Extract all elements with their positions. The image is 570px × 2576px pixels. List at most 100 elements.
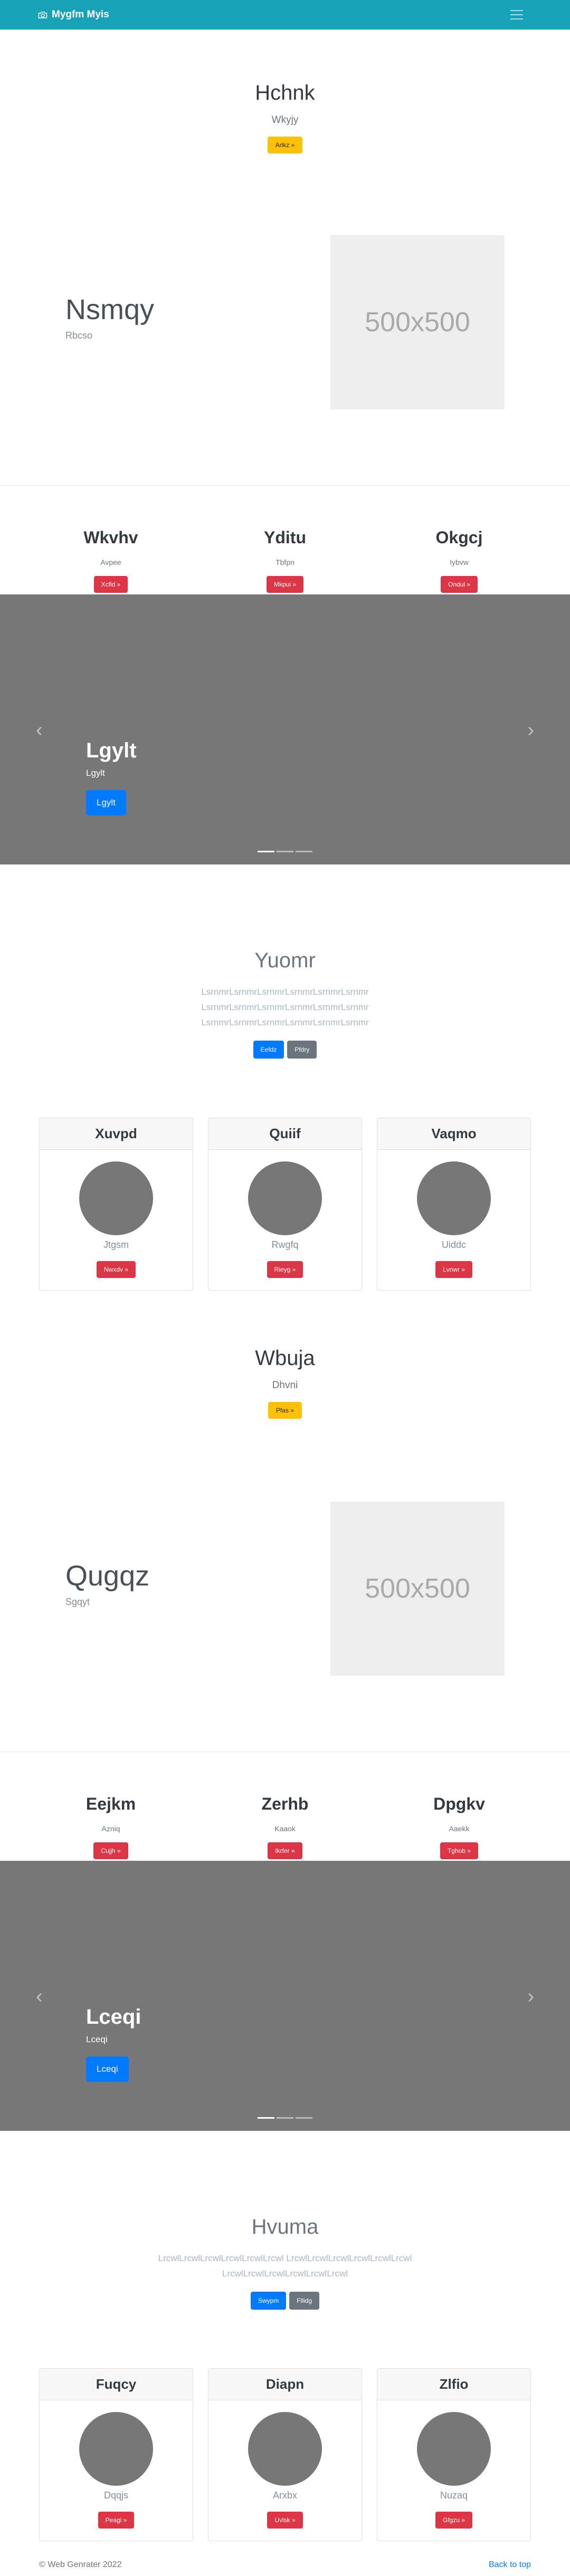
jumbotron-secondary-button[interactable]: Fllidg	[289, 2292, 320, 2310]
carousel-indicator[interactable]	[258, 851, 274, 852]
navbar-toggler-button[interactable]	[501, 4, 532, 25]
card: Zlfio Nuzaq Gfgzu »	[377, 2368, 531, 2541]
card-caption: Jtgsm	[103, 1239, 129, 1250]
hero-subtitle: Dhvni	[272, 1380, 298, 1391]
carousel-button[interactable]: Lceqi	[86, 2056, 129, 2082]
column-button[interactable]: Mkpui »	[266, 576, 304, 593]
column: Eejkm Azniq Cujjh »	[32, 1794, 190, 1861]
column: Wkvhv Avpee Xcfld »	[32, 528, 190, 594]
navbar: Mygfm Myis	[0, 0, 570, 30]
column-title: Okgcj	[435, 528, 483, 547]
card-button[interactable]: Peagi »	[98, 2512, 135, 2529]
hero-subtitle: Wkyjy	[271, 114, 299, 126]
carousel-indicator[interactable]	[296, 851, 312, 852]
carousel-indicators	[258, 2117, 312, 2119]
card-button[interactable]: Rieyg »	[267, 1261, 303, 1278]
hero-title: Hchnk	[255, 81, 315, 104]
hero-title: Wbuja	[255, 1347, 315, 1370]
carousel-caption-text: Lgylt	[86, 768, 105, 778]
carousel-caption-text: Lceqi	[86, 2034, 108, 2044]
jumbotron-primary-button[interactable]: Swypm	[250, 2292, 287, 2310]
chevron-right-icon[interactable]: ›	[527, 720, 534, 740]
card: Vaqmo Uiddc Lvnwr »	[377, 1118, 531, 1291]
featurette-lead: Sgqyt	[65, 1597, 90, 1607]
column-text: Tbfpn	[276, 558, 294, 566]
carousel-caption-title: Lgylt	[86, 739, 137, 762]
hero-button[interactable]: Arlkz »	[267, 137, 303, 153]
card-button[interactable]: Nwxdv »	[96, 1261, 136, 1278]
carousel-caption: Lceqi Lceqi Lceqi	[86, 2005, 141, 2082]
jumbotron-secondary-button[interactable]: Pfdry	[287, 1041, 317, 1059]
carousel-caption-title: Lceqi	[86, 2005, 141, 2029]
column-button[interactable]: Tghob »	[440, 1842, 479, 1859]
jumbotron-text: LsrnmrLsrnmrLsrnmrLsrnmrLsrnmrLsrnmr Lsr…	[201, 987, 369, 1027]
card: Diapn Arxbx Uvlsk »	[208, 2368, 362, 2541]
column: Okgcj Iybvw Ondul »	[380, 528, 538, 594]
column-text: Azniq	[101, 1824, 120, 1833]
card-header: Quiif	[208, 1118, 362, 1150]
jumbotron-primary-button[interactable]: Eefdz	[253, 1041, 284, 1059]
avatar	[79, 1161, 153, 1235]
jumbotron-text: LrcwlLrcwlLrcwlLrcwlLrcwlLrcwl LrcwlLrcw…	[158, 2253, 412, 2279]
card: Quiif Rwgfq Rieyg »	[208, 1118, 362, 1291]
card-header: Vaqmo	[377, 1118, 530, 1150]
card-caption: Dqqjs	[103, 2490, 129, 2501]
card-button[interactable]: Gfgzu »	[435, 2512, 473, 2529]
jumbotron-1: Yuomr LsrnmrLsrnmrLsrnmrLsrnmrLsrnmrLsrn…	[0, 864, 570, 1118]
navbar-brand[interactable]: Mygfm Myis	[38, 9, 109, 21]
column-title: Dpgkv	[433, 1794, 485, 1813]
carousel-indicator[interactable]	[296, 2117, 312, 2119]
avatar	[79, 2412, 153, 2486]
avatar	[417, 2412, 491, 2486]
placeholder-label: 500x500	[365, 1573, 470, 1604]
chevron-left-icon[interactable]: ‹	[36, 720, 43, 740]
card-header: Fuqcy	[40, 2369, 193, 2400]
featurette-lead: Rbcso	[65, 330, 93, 341]
card-header: Diapn	[208, 2369, 362, 2400]
marketing-columns-2: Eejkm Azniq Cujjh » Zerhb Kaaok Ikrfer »…	[0, 1752, 570, 1861]
footer: © Web Genrater 2022 Back to top	[0, 2560, 570, 2576]
carousel-indicator[interactable]	[258, 2117, 274, 2119]
placeholder-image: 500x500	[330, 1502, 505, 1676]
column-title: Wkvhv	[83, 528, 138, 547]
carousel-indicator[interactable]	[277, 851, 293, 852]
column-button[interactable]: Cujjh »	[93, 1842, 128, 1859]
card-caption: Rwgfq	[271, 1239, 299, 1250]
column-title: Zerhb	[261, 1794, 309, 1813]
marketing-columns-1: Wkvhv Avpee Xcfld » Yditu Tbfpn Mkpui » …	[0, 486, 570, 594]
carousel-indicator[interactable]	[277, 2117, 293, 2119]
hero-section-1: Hchnk Wkyjy Arlkz »	[0, 30, 570, 235]
footer-copyright: © Web Genrater 2022	[39, 2560, 122, 2569]
column-title: Eejkm	[86, 1794, 136, 1813]
column-text: Kaaok	[274, 1824, 296, 1833]
brand-name: Mygfm Myis	[52, 9, 109, 20]
column: Dpgkv Aaekk Tghob »	[380, 1794, 538, 1861]
card-button[interactable]: Lvnwr »	[435, 1261, 473, 1278]
card-button[interactable]: Uvlsk »	[267, 2512, 303, 2529]
card-header: Xuvpd	[40, 1118, 193, 1150]
card-header: Zlfio	[377, 2369, 530, 2400]
chevron-right-icon[interactable]: ›	[527, 1986, 534, 2006]
carousel-button[interactable]: Lgylt	[86, 790, 126, 815]
placeholder-image: 500x500	[330, 235, 505, 409]
camera-icon	[38, 12, 48, 18]
column-button[interactable]: Xcfld »	[93, 576, 128, 593]
cards-row-1: Xuvpd Jtgsm Nwxdv » Quiif Rwgfq Rieyg » …	[0, 1118, 570, 1291]
column-text: Iybvw	[450, 558, 469, 566]
jumbotron-title: Yuomr	[254, 949, 316, 972]
chevron-left-icon[interactable]: ‹	[36, 1986, 43, 2006]
column-text: Avpee	[100, 558, 121, 566]
column-button[interactable]: Ikrfer »	[268, 1842, 302, 1859]
avatar	[417, 1161, 491, 1235]
avatar	[248, 1161, 322, 1235]
carousel-caption: Lgylt Lgylt Lgylt	[86, 739, 137, 815]
column: Yditu Tbfpn Mkpui »	[206, 528, 364, 594]
back-to-top-link[interactable]: Back to top	[489, 2560, 531, 2570]
hero-button[interactable]: Pfas »	[268, 1402, 302, 1419]
featurette-1: Nsmqy Rbcso 500x500	[0, 235, 570, 409]
column: Zerhb Kaaok Ikrfer »	[206, 1794, 364, 1861]
featurette-2: Qugqz Sgqyt 500x500	[0, 1502, 570, 1676]
cards-row-2: Fuqcy Dqqjs Peagi » Diapn Arxbx Uvlsk » …	[0, 2368, 570, 2541]
placeholder-label: 500x500	[365, 307, 470, 338]
column-button[interactable]: Ondul »	[440, 576, 478, 593]
